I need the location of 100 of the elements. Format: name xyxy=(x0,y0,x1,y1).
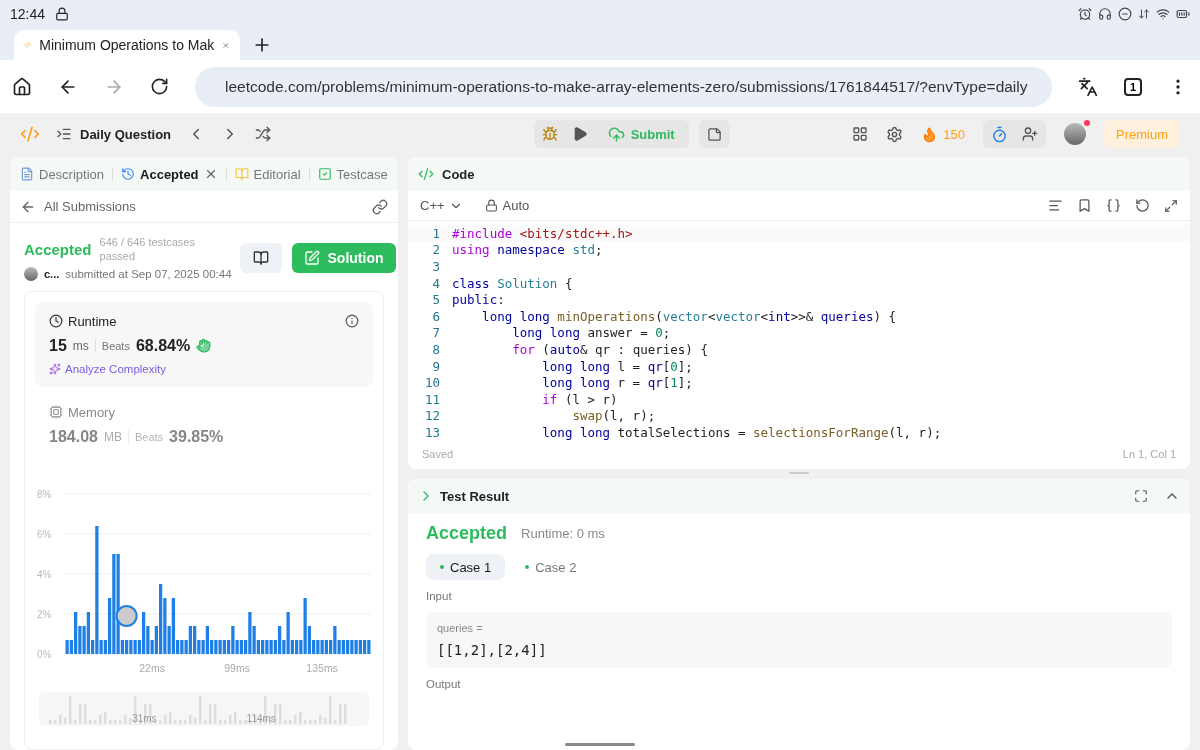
clock-time: 12:44 xyxy=(10,6,46,22)
line-number: 11 xyxy=(423,391,441,407)
beats-label: Beats xyxy=(134,430,164,443)
case-tab[interactable]: Case 2 xyxy=(511,554,591,580)
code-icon xyxy=(418,166,434,182)
translate-icon[interactable] xyxy=(1078,76,1098,97)
panel-tab[interactable]: Description xyxy=(20,166,105,182)
bookmark-icon[interactable] xyxy=(1077,198,1092,213)
code-line: #include <bits/stdc++.h> xyxy=(452,225,633,241)
username: c... xyxy=(44,267,60,280)
shuffle-icon[interactable] xyxy=(255,126,272,142)
cloud-upload-icon xyxy=(607,125,625,143)
braces-icon[interactable] xyxy=(1106,198,1121,213)
edit-icon xyxy=(303,249,320,266)
metric-card[interactable]: Memory 184.08 MB Beats 39.85% xyxy=(35,392,373,458)
save-status: Saved xyxy=(422,448,454,460)
metric-value: 15 xyxy=(49,336,67,355)
line-number: 2 xyxy=(431,242,441,258)
all-submissions-link[interactable]: All Submissions xyxy=(44,199,136,214)
axis-label: 8% xyxy=(37,488,52,500)
browser-tab[interactable]: Minimum Operations to Mak xyxy=(14,30,240,60)
line-number: 1 xyxy=(431,225,441,241)
line-number: 7 xyxy=(431,325,441,341)
code-line: using namespace std; xyxy=(452,242,603,258)
analyze-complexity-link[interactable]: Analyze Complexity xyxy=(49,362,359,375)
code-line: long long minOperations(vector<vector<int>>& queries) { xyxy=(481,308,897,324)
beats-percent: 39.85% xyxy=(169,427,224,446)
metric-title: Runtime xyxy=(68,313,117,329)
beats-label: Beats xyxy=(101,339,130,352)
code-line: if (l > r) xyxy=(541,391,618,407)
user-avatar xyxy=(24,266,38,281)
range-overview[interactable]: 31ms 114ms xyxy=(39,691,369,726)
axis-label: 4% xyxy=(37,568,52,580)
line-number: 10 xyxy=(423,375,441,391)
list-icon[interactable] xyxy=(56,126,72,142)
line-number: 12 xyxy=(423,408,441,424)
do-not-disturb-icon xyxy=(1118,7,1132,21)
add-user-icon[interactable] xyxy=(1022,126,1038,142)
axis-label: 2% xyxy=(37,608,52,620)
metric-unit: MB xyxy=(103,429,122,444)
status-accepted: Accepted xyxy=(24,240,92,258)
panel-tab[interactable]: Editorial xyxy=(234,166,301,182)
language-select[interactable]: C++ xyxy=(420,198,463,213)
metric-card[interactable]: Runtime 15 ms Beats 68.84% Analyze Complexity xyxy=(35,301,373,387)
layout-icon[interactable] xyxy=(852,126,869,142)
solution-button[interactable]: Solution xyxy=(291,242,396,273)
axis-label: 6% xyxy=(37,528,52,540)
output-label: Output xyxy=(426,678,462,690)
beats-percent: 68.84% xyxy=(135,336,191,355)
reset-icon[interactable] xyxy=(1135,198,1150,213)
home-icon[interactable] xyxy=(12,76,32,97)
format-icon[interactable] xyxy=(1048,198,1063,213)
problem-list-link[interactable]: Daily Question xyxy=(80,126,172,142)
input-label: Input xyxy=(426,590,453,602)
book-icon xyxy=(234,167,249,181)
notes-button[interactable] xyxy=(239,242,282,273)
case-tab[interactable]: Case 1 xyxy=(426,554,506,580)
param-value: [[1,2],[2,4]] xyxy=(437,642,548,658)
code-line: long long l = qr[0]; xyxy=(541,358,693,374)
panel-title: Test Result xyxy=(440,488,510,504)
maximize-icon[interactable] xyxy=(1134,489,1148,503)
address-bar[interactable]: leetcode.com/problems/minimum-operations-to-make-array-elements-zero/submissions/1761844517/?envType=daily xyxy=(195,66,1052,107)
panel-tab[interactable]: Testcase xyxy=(317,166,388,182)
lock-icon xyxy=(484,199,498,212)
settings-icon[interactable] xyxy=(886,125,904,143)
panel-title: Code xyxy=(442,166,475,182)
axis-label: 0% xyxy=(37,648,52,660)
panel-tab[interactable]: Accepted xyxy=(121,166,218,182)
line-number: 6 xyxy=(431,308,441,324)
book-icon xyxy=(252,249,269,266)
history-icon xyxy=(121,167,136,181)
cursor-position: Ln 1, Col 1 xyxy=(1122,448,1176,460)
info-icon[interactable] xyxy=(345,314,359,329)
testcases-passed: 646 / 646 testcases passed xyxy=(99,235,196,264)
submitted-time: submitted at Sep 07, 2025 00:44 xyxy=(65,267,232,280)
metric-value: 184.08 xyxy=(49,427,98,446)
bug-icon[interactable] xyxy=(541,126,558,142)
reload-icon[interactable] xyxy=(150,77,169,96)
code-line: public: xyxy=(452,292,505,308)
axis-label: 99ms xyxy=(224,661,250,674)
note-button[interactable] xyxy=(698,120,730,148)
overview-label: 31ms xyxy=(132,712,157,724)
link-icon[interactable] xyxy=(372,198,388,215)
wifi-icon xyxy=(1156,7,1170,21)
runtime-text: Runtime: 0 ms xyxy=(521,526,605,541)
passed-dot xyxy=(440,565,444,569)
mode-label: Auto xyxy=(502,198,530,213)
timer-icon[interactable] xyxy=(991,125,1008,143)
line-number: 3 xyxy=(431,259,441,274)
tab-count[interactable]: 1 xyxy=(1124,77,1142,96)
avatar-marker-icon xyxy=(115,604,138,627)
expand-icon[interactable] xyxy=(1164,198,1178,213)
code-line: long long answer = 0; xyxy=(511,325,671,341)
checkbox-icon xyxy=(317,167,332,181)
clock-icon xyxy=(49,314,63,329)
line-number: 13 xyxy=(423,424,441,440)
code-line: long long r = qr[1]; xyxy=(541,375,693,391)
clap-icon xyxy=(196,338,212,354)
line-number: 4 xyxy=(431,275,441,291)
passed-dot xyxy=(525,565,530,569)
